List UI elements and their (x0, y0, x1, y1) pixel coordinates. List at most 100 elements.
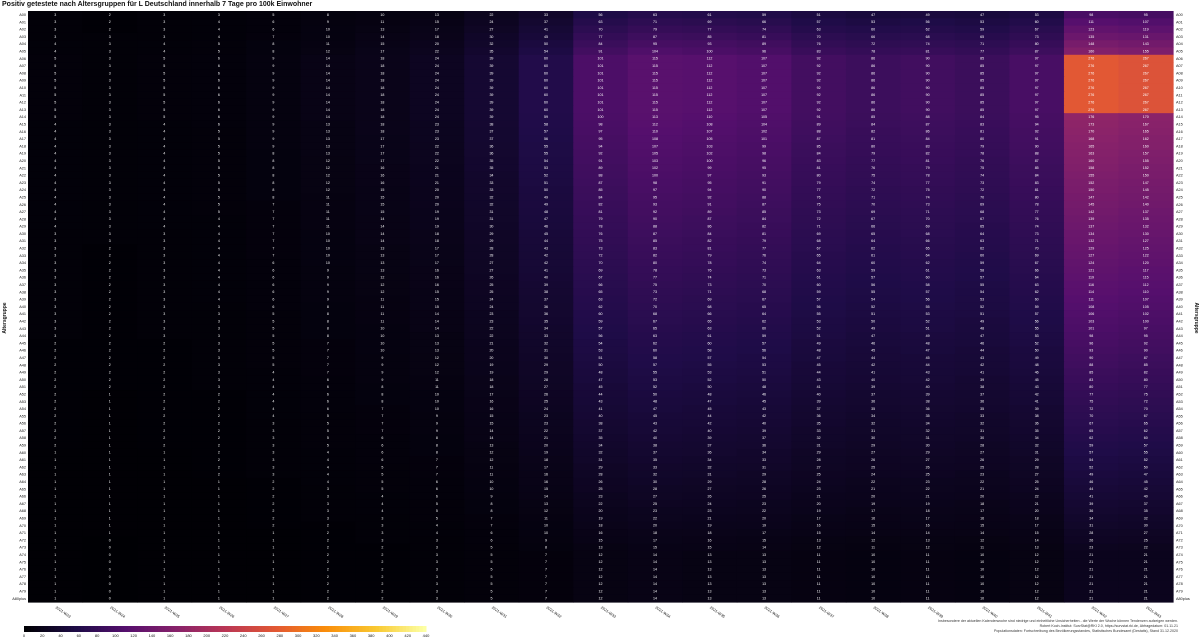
cell-value-label: 3 (218, 378, 220, 382)
cell-value-label: 3 (327, 502, 329, 506)
cell-value-label: 142 (1088, 210, 1094, 214)
cell-value-label: 72 (871, 42, 875, 46)
cell-value-label: 15 (380, 42, 384, 46)
cell-value-label: 7 (272, 232, 274, 236)
cell-value-label: 35 (489, 166, 493, 170)
cell-value-label: 3 (163, 334, 165, 338)
cell-value-label: 9 (436, 429, 438, 433)
cell-value-label: 4 (163, 181, 165, 185)
y-tick-label: A50 (1176, 378, 1183, 382)
cell-value-label: 3 (54, 28, 56, 32)
cell-value-label: 14 (380, 225, 384, 229)
cell-value-label: 78 (599, 225, 603, 229)
cell-value-label: 65 (762, 305, 766, 309)
y-tick-label: A12 (19, 101, 26, 105)
cell-value-label: 165 (1143, 130, 1149, 134)
y-tick-label: A53 (1176, 400, 1183, 404)
cell-value-label: 39 (489, 86, 493, 90)
cell-value-label: 150 (1143, 173, 1149, 177)
cell-value-label: 51 (817, 334, 821, 338)
cell-value-label: 2 (54, 392, 56, 396)
cell-value-label: 38 (980, 385, 984, 389)
y-tick-label: A17 (1176, 137, 1183, 141)
cell-value-label: 13 (762, 575, 766, 579)
cell-value-label: 14 (380, 239, 384, 243)
cell-value-label: 74 (708, 276, 712, 280)
cell-value-label: 40 (1144, 495, 1148, 499)
cell-value-label: 37 (544, 20, 548, 24)
cell-value-label: 44 (980, 349, 984, 353)
cell-value-label: 15 (489, 422, 493, 426)
cell-value-label: 1 (218, 487, 220, 491)
cell-value-label: 4 (54, 42, 56, 46)
cell-value-label: 12 (599, 560, 603, 564)
cell-value-label: 20 (435, 42, 439, 46)
colorbar-segment (87, 626, 92, 632)
cell-value-label: 2 (54, 436, 56, 440)
colorbar-segment (251, 626, 256, 632)
cell-value-label: 86 (871, 108, 875, 112)
y-tick-label: A46 (19, 349, 26, 353)
cell-value-label: 60 (544, 93, 548, 97)
cell-value-label: 10 (326, 254, 330, 258)
cell-value-label: 25 (653, 502, 657, 506)
colorbar-tick-label: 0 (23, 633, 26, 638)
cell-value-label: 1 (109, 422, 111, 426)
cell-value-label: 1 (109, 443, 111, 447)
cell-value-label: 8 (272, 195, 274, 199)
cell-value-label: 3 (109, 79, 111, 83)
colorbar-tick-label: 80 (95, 633, 100, 638)
cell-value-label: 71 (708, 290, 712, 294)
y-tick-label: A12 (1176, 101, 1183, 105)
cell-value-label: 39 (708, 436, 712, 440)
colorbar-segment (127, 626, 132, 632)
cell-value-label: 5 (218, 152, 220, 156)
cell-value-label: 21 (1089, 582, 1093, 586)
cell-value-label: 1 (163, 495, 165, 499)
cell-value-label: 55 (1035, 327, 1039, 331)
cell-value-label: 34 (599, 443, 603, 447)
y-tick-label: A60 (1176, 451, 1183, 455)
cell-value-label: 45 (599, 385, 603, 389)
colorbar-segment (37, 626, 42, 632)
cell-value-label: 3 (327, 516, 329, 520)
cell-value-label: 29 (544, 370, 548, 374)
colorbar-segment (419, 626, 424, 632)
cell-value-label: 8 (490, 502, 492, 506)
cell-value-label: 12 (1035, 567, 1039, 571)
cell-value-label: 12 (544, 509, 548, 513)
cell-value-label: 39 (489, 64, 493, 68)
cell-value-label: 63 (708, 327, 712, 331)
cell-value-label: 4 (218, 298, 220, 302)
cell-value-label: 4 (272, 385, 274, 389)
cell-value-label: 112 (707, 108, 713, 112)
cell-value-label: 20 (762, 516, 766, 520)
cell-value-label: 4 (381, 509, 383, 513)
cell-value-label: 46 (980, 341, 984, 345)
cell-value-label: 40 (544, 276, 548, 280)
cell-value-label: 3 (109, 166, 111, 170)
cell-value-label: 27 (1035, 473, 1039, 477)
cell-value-label: 6 (381, 458, 383, 462)
cell-value-label: 1 (109, 451, 111, 455)
cell-value-label: 3 (272, 451, 274, 455)
cell-value-label: 12 (599, 597, 603, 601)
cell-value-label: 2 (327, 531, 329, 535)
colorbar-segment (154, 626, 159, 632)
cell-value-label: 3 (109, 49, 111, 53)
cell-value-label: 82 (599, 203, 603, 207)
colorbar-segment (191, 626, 196, 632)
cell-value-label: 21 (980, 487, 984, 491)
cell-value-label: 85 (762, 210, 766, 214)
cell-value-label: 120 (1143, 261, 1149, 265)
cell-value-label: 29 (762, 473, 766, 477)
cell-value-label: 160 (1088, 159, 1094, 163)
cell-value-label: 65 (871, 232, 875, 236)
colorbar-tick-label: 360 (350, 633, 357, 638)
cell-value-label: 9 (381, 356, 383, 360)
cell-value-label: 57 (1144, 443, 1148, 447)
y-tick-label: A08 (1176, 71, 1183, 75)
cell-value-label: 101 (598, 86, 604, 90)
y-tick-label: A29 (1176, 225, 1183, 229)
cell-value-label: 5 (218, 49, 220, 53)
